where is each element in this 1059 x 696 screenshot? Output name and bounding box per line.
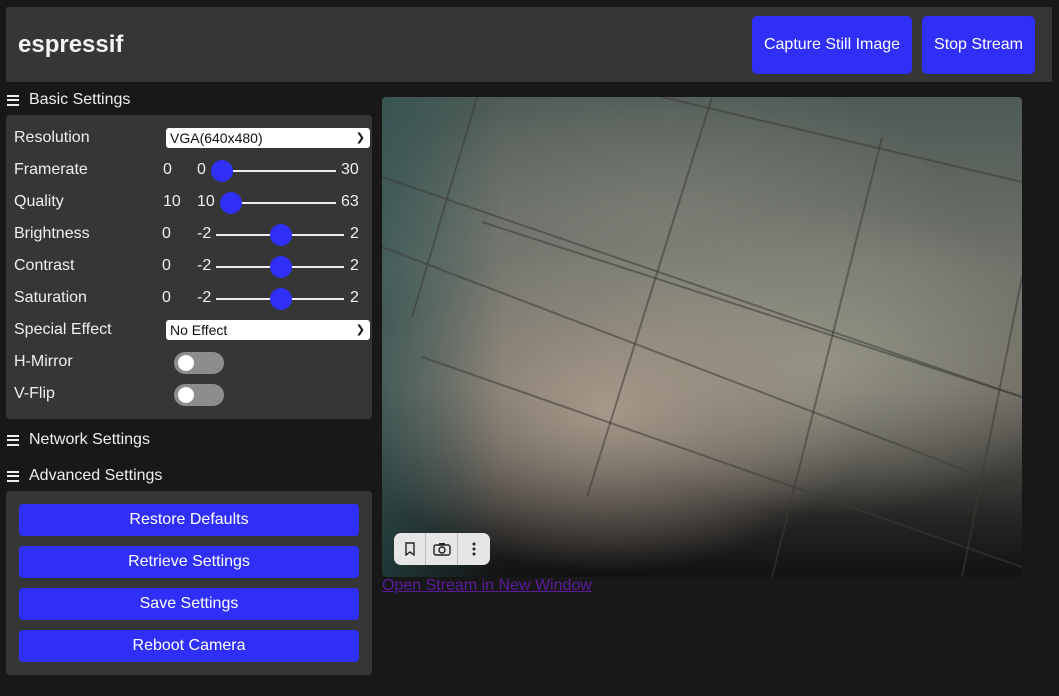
quality-max: 63 xyxy=(341,193,359,210)
brightness-slider-thumb[interactable] xyxy=(270,224,292,246)
camera-stream-image xyxy=(382,97,1022,577)
basic-settings-header[interactable]: Basic Settings xyxy=(7,91,130,109)
brightness-value: 0 xyxy=(162,225,171,242)
framerate-label: Framerate xyxy=(14,161,88,178)
restore-defaults-button[interactable]: Restore Defaults xyxy=(19,504,359,536)
saturation-row: Saturation 0 -2 2 xyxy=(14,286,366,310)
capture-still-image-button[interactable]: Capture Still Image xyxy=(752,16,912,74)
contrast-value: 0 xyxy=(162,257,171,274)
advanced-settings-panel: Restore Defaults Retrieve Settings Save … xyxy=(6,491,372,675)
brightness-max: 2 xyxy=(350,225,359,242)
quality-slider-track[interactable] xyxy=(227,202,336,204)
network-settings-label: Network Settings xyxy=(29,431,150,448)
framerate-slider-track[interactable] xyxy=(218,170,336,172)
quality-row: Quality 10 10 63 xyxy=(14,190,366,214)
quality-label: Quality xyxy=(14,193,64,210)
menu-icon xyxy=(7,92,19,108)
ceiling-tile-grid xyxy=(382,97,1022,577)
toggle-knob xyxy=(178,355,194,371)
saturation-label: Saturation xyxy=(14,289,87,306)
saturation-max: 2 xyxy=(350,289,359,306)
contrast-label: Contrast xyxy=(14,257,75,274)
framerate-row: Framerate 0 0 30 xyxy=(14,158,366,182)
hmirror-label: H-Mirror xyxy=(14,353,73,370)
top-header: espressif Capture Still Image Stop Strea… xyxy=(6,7,1052,82)
more-vertical-icon[interactable] xyxy=(458,533,490,565)
network-settings-header[interactable]: Network Settings xyxy=(7,431,150,449)
brightness-label: Brightness xyxy=(14,225,90,242)
special-effect-value: No Effect xyxy=(170,322,228,338)
quality-min: 10 xyxy=(197,193,215,210)
retrieve-settings-button[interactable]: Retrieve Settings xyxy=(19,546,359,578)
quality-value: 10 xyxy=(163,193,181,210)
special-effect-select[interactable]: No Effect ❯ xyxy=(166,320,370,340)
advanced-settings-label: Advanced Settings xyxy=(29,467,163,484)
reboot-camera-button[interactable]: Reboot Camera xyxy=(19,630,359,662)
hmirror-row: H-Mirror xyxy=(14,350,366,374)
vflip-label: V-Flip xyxy=(14,385,55,402)
saturation-value: 0 xyxy=(162,289,171,306)
resolution-row: Resolution VGA(640x480) ❯ xyxy=(14,126,370,150)
framerate-slider-thumb[interactable] xyxy=(211,160,233,182)
special-effect-row: Special Effect No Effect ❯ xyxy=(14,318,370,342)
save-settings-button[interactable]: Save Settings xyxy=(19,588,359,620)
resolution-value: VGA(640x480) xyxy=(170,130,263,146)
app-title: espressif xyxy=(18,31,124,58)
brightness-row: Brightness 0 -2 2 xyxy=(14,222,366,246)
basic-settings-label: Basic Settings xyxy=(29,91,131,108)
special-effect-label: Special Effect xyxy=(14,321,112,338)
contrast-min: -2 xyxy=(197,257,212,274)
saturation-slider-thumb[interactable] xyxy=(270,288,292,310)
menu-icon xyxy=(7,468,19,484)
quality-slider-thumb[interactable] xyxy=(220,192,242,214)
stream-overlay-toolbar xyxy=(394,533,490,565)
chevron-down-icon: ❯ xyxy=(355,132,365,144)
framerate-min: 0 xyxy=(197,161,206,178)
resolution-select[interactable]: VGA(640x480) ❯ xyxy=(166,128,370,148)
menu-icon xyxy=(7,432,19,448)
framerate-value: 0 xyxy=(163,161,172,178)
camera-search-icon[interactable] xyxy=(426,533,458,565)
toggle-knob xyxy=(178,387,194,403)
brightness-min: -2 xyxy=(197,225,212,242)
resolution-label: Resolution xyxy=(14,129,90,146)
chevron-down-icon: ❯ xyxy=(355,324,365,336)
contrast-row: Contrast 0 -2 2 xyxy=(14,254,366,278)
framerate-max: 30 xyxy=(341,161,359,178)
open-stream-link[interactable]: Open Stream in New Window xyxy=(382,577,592,595)
vflip-toggle[interactable] xyxy=(174,384,224,406)
contrast-slider-thumb[interactable] xyxy=(270,256,292,278)
stop-stream-button[interactable]: Stop Stream xyxy=(922,16,1035,74)
hmirror-toggle[interactable] xyxy=(174,352,224,374)
basic-settings-panel: Resolution VGA(640x480) ❯ Framerate 0 0 … xyxy=(6,115,372,419)
bookmark-icon[interactable] xyxy=(394,533,426,565)
vflip-row: V-Flip xyxy=(14,382,366,406)
saturation-min: -2 xyxy=(197,289,212,306)
advanced-settings-header[interactable]: Advanced Settings xyxy=(7,467,162,485)
contrast-max: 2 xyxy=(350,257,359,274)
